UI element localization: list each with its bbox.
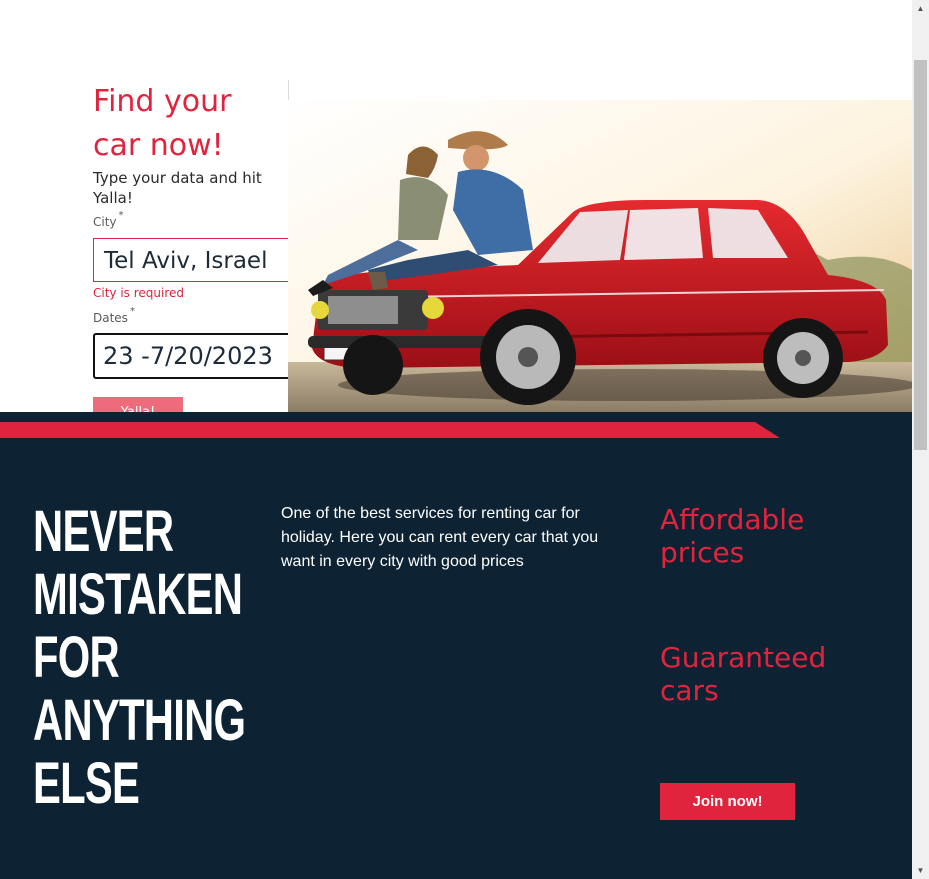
dates-label: Dates * [93, 306, 135, 325]
city-input[interactable]: Tel Aviv, Israel [93, 238, 293, 282]
vertical-scrollbar[interactable]: ▲ ▼ [912, 0, 929, 879]
search-form: Find your car now! Type your data and hi… [93, 80, 293, 427]
city-required-mark: * [118, 210, 124, 221]
city-label-text: City [93, 215, 117, 229]
feature-affordable-prices: Affordable prices [660, 503, 805, 569]
search-title-line-1: Find your [93, 84, 232, 119]
dates-required-mark: * [129, 306, 135, 317]
city-error-message: City is required [93, 286, 185, 300]
dates-label-text: Dates [93, 311, 128, 325]
search-subtitle: Type your data and hit Yalla! [93, 169, 262, 207]
hero-image [288, 100, 912, 412]
service-description: One of the best services for renting car… [281, 505, 599, 570]
slogan-heading: Never Mistaken for anything else [33, 499, 246, 816]
slogan-line-5: else [33, 751, 140, 816]
join-now-button[interactable]: Join now! [660, 783, 795, 820]
slogan-line-1: Never [33, 499, 174, 564]
promo-section: Never Mistaken for anything else One of … [0, 412, 912, 879]
scrollbar-thumb[interactable] [914, 60, 927, 450]
scroll-down-arrow-icon[interactable]: ▼ [912, 862, 929, 879]
page-viewport: Find your car now! Type your data and hi… [0, 0, 912, 879]
city-label: City * [93, 210, 124, 229]
dates-input[interactable]: 23 -7/20/2023 [93, 333, 293, 379]
red-accent-stripe [0, 422, 780, 438]
slogan-line-4: anything [33, 688, 246, 753]
feature-guaranteed-cars: Guaranteed cars [660, 641, 827, 707]
hero-car-illustration [288, 100, 912, 412]
slogan-line-3: for [33, 625, 120, 690]
search-title: Find your car now! [93, 80, 293, 168]
search-title-line-2: car now! [93, 128, 224, 163]
slogan-line-2: Mistaken [33, 562, 243, 627]
scroll-up-arrow-icon[interactable]: ▲ [912, 0, 929, 17]
